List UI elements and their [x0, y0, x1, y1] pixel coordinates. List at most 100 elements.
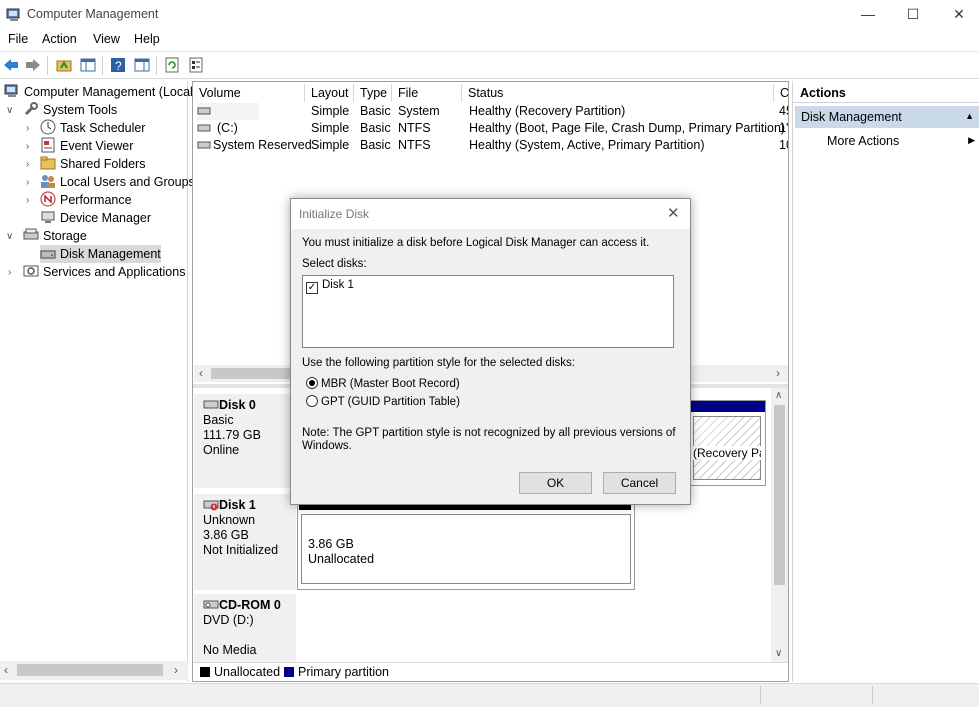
disk-list: ✓ Disk 1 [302, 275, 674, 348]
forward-arrow-icon[interactable] [24, 56, 42, 74]
disk-0-recovery-partition[interactable]: (Recovery Pa [689, 400, 766, 486]
tree-item-root[interactable]: Computer Management (Local [4, 83, 193, 101]
chevron-down-icon[interactable]: ∨ [6, 105, 13, 116]
minimize-button[interactable]: — [845, 0, 891, 30]
menu-view[interactable]: View [93, 32, 120, 46]
tree-item-event-viewer[interactable]: Event Viewer [40, 137, 133, 155]
chevron-right-icon[interactable]: › [26, 159, 29, 170]
disk-1-info[interactable]: Disk 1 Unknown 3.86 GB Not Initialized [194, 494, 296, 590]
disk-0-state: Online [203, 443, 240, 457]
disk-list-item[interactable]: ✓ Disk 1 [306, 279, 354, 294]
partition-style-label: Use the following partition style for th… [302, 357, 575, 369]
performance-icon [40, 191, 56, 207]
cell-status: Healthy (System, Active, Primary Partiti… [469, 138, 705, 152]
scroll-right-icon[interactable]: › [776, 366, 780, 380]
checkbox-checked-icon[interactable]: ✓ [306, 282, 318, 294]
tree-item-task-scheduler[interactable]: Task Scheduler [40, 119, 145, 137]
back-arrow-icon[interactable] [2, 56, 20, 74]
title-bar: Computer Management — ☐ ✕ [0, 0, 979, 30]
cell-layout: Simple [311, 138, 350, 152]
chevron-right-icon[interactable]: › [8, 267, 11, 278]
tree-item-disk-management[interactable]: Disk Management [40, 245, 161, 263]
cell-fs: NTFS [398, 121, 431, 135]
cell-layout: Simple [311, 104, 350, 118]
storage-icon [23, 227, 39, 243]
table-row[interactable]: System Reserved Simple Basic NTFS Health… [195, 137, 788, 154]
gpt-option[interactable]: GPT (GUID Partition Table) [306, 395, 460, 408]
scroll-thumb[interactable] [774, 405, 785, 585]
region-size: 3.86 GB [308, 537, 354, 551]
show-action-pane-icon[interactable] [133, 56, 151, 74]
column-header-capacity[interactable]: C [776, 84, 789, 102]
up-folder-icon[interactable] [55, 56, 73, 74]
scroll-up-icon[interactable]: ∧ [775, 390, 782, 401]
scroll-thumb[interactable] [17, 664, 163, 676]
volume-icon: System Reserved [197, 137, 312, 154]
disk-warning-icon [203, 500, 219, 511]
table-row[interactable]: (C:) Simple Basic NTFS Healthy (Boot, Pa… [195, 120, 788, 137]
tree-item-storage[interactable]: Storage [23, 227, 87, 245]
cdrom-0-state: No Media [203, 643, 257, 657]
actions-section-disk-management[interactable]: Disk Management ▲ [795, 106, 979, 128]
cell-capacity: 10 [779, 138, 788, 152]
chevron-down-icon[interactable]: ∨ [6, 231, 13, 242]
tree-item-system-tools[interactable]: System Tools [23, 101, 117, 119]
status-bar [0, 683, 979, 707]
collapse-up-icon[interactable]: ▲ [965, 111, 974, 121]
chevron-right-icon[interactable]: › [26, 195, 29, 206]
help-icon[interactable]: ? [109, 56, 127, 74]
mbr-option-label: MBR (Master Boot Record) [321, 378, 460, 390]
disk-0-size: 111.79 GB [203, 428, 261, 442]
menu-file[interactable]: File [8, 32, 28, 46]
tree-item-services[interactable]: Services and Applications [23, 263, 185, 281]
menu-action[interactable]: Action [42, 32, 77, 46]
chevron-right-icon[interactable]: › [26, 123, 29, 134]
scroll-left-icon[interactable]: ‹ [199, 366, 203, 380]
cell-fs: NTFS [398, 138, 431, 152]
disk-0-info[interactable]: Disk 0 Basic 111.79 GB Online [194, 394, 296, 488]
refresh-icon[interactable] [163, 56, 181, 74]
scroll-left-icon[interactable]: ‹ [4, 663, 8, 677]
menu-help[interactable]: Help [134, 32, 160, 46]
mbr-option[interactable]: MBR (Master Boot Record) [306, 377, 460, 390]
tree-item-shared-folders[interactable]: Shared Folders [40, 155, 145, 173]
gpt-note-line-2: Windows. [302, 440, 352, 452]
actions-more[interactable]: More Actions ▶ [795, 131, 979, 151]
column-header-file-system[interactable]: File System [394, 84, 462, 118]
maximize-button[interactable]: ☐ [890, 0, 936, 30]
dialog-close-icon[interactable]: ✕ [667, 204, 680, 222]
column-header-status[interactable]: Status [464, 84, 774, 102]
radio-unselected-icon[interactable] [306, 395, 318, 407]
properties-icon[interactable] [187, 56, 205, 74]
column-header-layout[interactable]: Layout [307, 84, 354, 102]
disk-area-vertical-scrollbar[interactable]: ∧ ∨ [771, 388, 788, 665]
disk-1-unallocated-region[interactable]: 3.86 GB Unallocated [297, 500, 635, 590]
ok-button[interactable]: OK [519, 472, 592, 494]
close-button[interactable]: ✕ [936, 0, 979, 30]
scroll-right-icon[interactable]: › [174, 663, 178, 677]
show-hide-tree-icon[interactable] [79, 56, 97, 74]
event-viewer-icon [40, 137, 56, 153]
tree-item-performance[interactable]: Performance [40, 191, 132, 209]
tree-horizontal-scrollbar[interactable]: ‹ › [0, 661, 188, 680]
table-row[interactable]: Simple Basic Healthy (Recovery Partition… [195, 103, 788, 120]
chevron-right-icon[interactable]: › [26, 177, 29, 188]
cell-capacity: 1' [779, 121, 788, 135]
scroll-thumb[interactable] [211, 368, 291, 379]
chevron-right-icon[interactable]: › [26, 141, 29, 152]
column-header-volume[interactable]: Volume [195, 84, 305, 102]
tree-item-label: Performance [60, 193, 132, 207]
region-box: 3.86 GB Unallocated [301, 514, 631, 584]
clock-icon [40, 119, 56, 135]
cdrom-0-info[interactable]: CD-ROM 0 DVD (D:) No Media [194, 594, 296, 664]
scroll-down-icon[interactable]: ∨ [775, 648, 782, 659]
column-header-type[interactable]: Type [356, 84, 392, 102]
status-divider [872, 686, 873, 704]
tree-item-label: Computer Management (Local [24, 85, 193, 99]
cancel-button[interactable]: Cancel [603, 472, 676, 494]
tree-item-device-manager[interactable]: Device Manager [40, 209, 151, 227]
tree-item-local-users[interactable]: Local Users and Groups [40, 173, 195, 191]
dialog-intro: You must initialize a disk before Logica… [302, 237, 650, 249]
radio-selected-icon[interactable] [306, 377, 318, 389]
legend-bar: Unallocated Primary partition [193, 662, 788, 681]
